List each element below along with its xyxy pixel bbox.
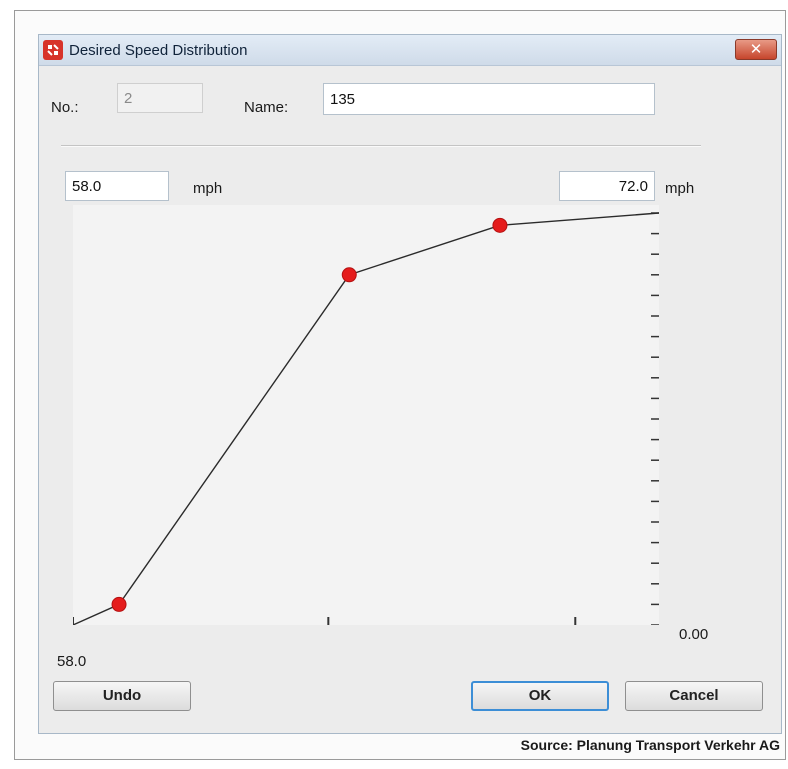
ok-button[interactable]: OK [471,681,609,711]
min-speed-field[interactable] [65,171,169,201]
max-speed-unit-label: mph [665,180,695,197]
number-field [117,83,203,113]
min-speed-unit-label: mph [193,180,223,197]
app-icon [43,40,63,60]
separator [61,145,701,147]
control-point[interactable] [111,596,127,612]
undo-button[interactable]: Undo [53,681,191,711]
cancel-button[interactable]: Cancel [625,681,763,711]
control-point[interactable] [492,217,508,233]
distribution-line [73,212,659,625]
max-speed-field[interactable] [559,171,655,201]
x-axis-start-label: 58.0 [57,653,87,670]
number-label: No.: [51,99,79,116]
speed-distribution-chart[interactable] [73,205,659,625]
close-button[interactable]: ✕ [735,39,777,60]
control-point[interactable] [341,267,357,283]
desired-speed-distribution-dialog: Desired Speed Distribution ✕ No.: Name: … [38,34,782,734]
source-caption: Source: Planung Transport Verkehr AG [520,737,780,753]
name-field[interactable] [323,83,655,115]
close-icon: ✕ [749,41,763,58]
window-title: Desired Speed Distribution [69,42,248,59]
title-bar[interactable]: Desired Speed Distribution ✕ [39,35,781,66]
y-axis-zero-label: 0.00 [679,626,709,643]
name-label: Name: [244,99,289,116]
